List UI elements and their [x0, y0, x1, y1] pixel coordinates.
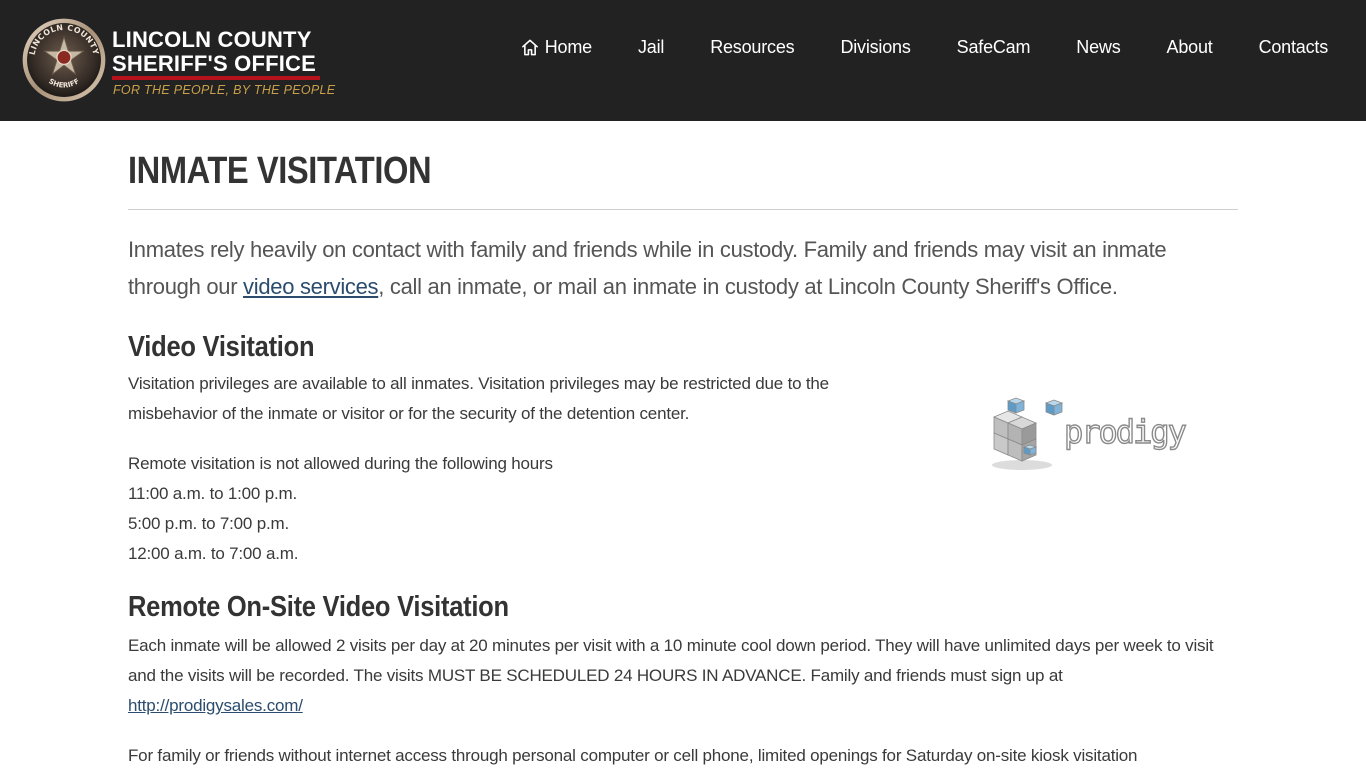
- prodigy-logo: prodigy: [992, 397, 1189, 470]
- main-content: INMATE VISITATION Inmates rely heavily o…: [128, 121, 1238, 771]
- title-divider: [128, 209, 1238, 210]
- hours-item: 11:00 a.m. to 1:00 p.m.: [128, 484, 297, 503]
- remote-onsite-paragraph: Each inmate will be allowed 2 visits per…: [128, 631, 1238, 721]
- nav-home[interactable]: Home: [520, 37, 592, 58]
- restricted-hours: Remote visitation is not allowed during …: [128, 449, 918, 569]
- home-icon: [521, 39, 538, 55]
- logo-tagline: FOR THE PEOPLE, BY THE PEOPLE: [113, 83, 336, 97]
- intro-paragraph: Inmates rely heavily on contact with fam…: [128, 231, 1238, 305]
- svg-text:prodigy: prodigy: [1064, 413, 1187, 451]
- remote-onsite-text: Each inmate will be allowed 2 visits per…: [128, 636, 1214, 685]
- remote-onsite-section: Each inmate will be allowed 2 visits per…: [128, 625, 1238, 771]
- nav-contacts[interactable]: Contacts: [1259, 37, 1329, 58]
- remote-onsite-heading: Remote On-Site Video Visitation: [128, 591, 509, 623]
- page-title: INMATE VISITATION: [128, 150, 432, 192]
- video-visitation-paragraph: Visitation privileges are available to a…: [128, 374, 829, 423]
- hours-intro: Remote visitation is not allowed during …: [128, 454, 553, 473]
- site-logo-link[interactable]: LINCOLN COUNTY SHERIFF LINCOLN COUNTY SH…: [18, 14, 335, 108]
- nav-home-label: Home: [544, 36, 592, 57]
- nav-divisions[interactable]: Divisions: [840, 37, 910, 58]
- nav-resources[interactable]: Resources: [710, 37, 794, 58]
- sheriff-badge-icon: LINCOLN COUNTY SHERIFF: [22, 18, 106, 102]
- nav-jail[interactable]: Jail: [638, 37, 664, 58]
- logo-line-2: SHERIFF'S OFFICE: [112, 51, 316, 76]
- hours-item: 5:00 p.m. to 7:00 p.m.: [128, 514, 289, 533]
- hours-item: 12:00 a.m. to 7:00 a.m.: [128, 544, 299, 563]
- logo-line-1: LINCOLN COUNTY: [112, 27, 312, 52]
- main-nav: Home Jail Resources Divisions SafeCam Ne…: [520, 34, 1328, 60]
- video-services-link[interactable]: video services: [243, 274, 379, 299]
- prodigysales-link[interactable]: http://prodigysales.com/: [128, 696, 303, 715]
- nav-news[interactable]: News: [1076, 37, 1120, 58]
- nav-about[interactable]: About: [1167, 37, 1213, 58]
- no-internet-paragraph: For family or friends without internet a…: [128, 746, 1138, 765]
- video-visitation-section: Visitation privileges are available to a…: [128, 365, 1238, 569]
- video-visitation-heading: Video Visitation: [128, 331, 315, 363]
- intro-text-after: , call an inmate, or mail an inmate in c…: [378, 274, 1118, 299]
- nav-safecam[interactable]: SafeCam: [957, 37, 1031, 58]
- logo-red-bar: [112, 76, 320, 80]
- site-header: LINCOLN COUNTY SHERIFF LINCOLN COUNTY SH…: [0, 0, 1366, 121]
